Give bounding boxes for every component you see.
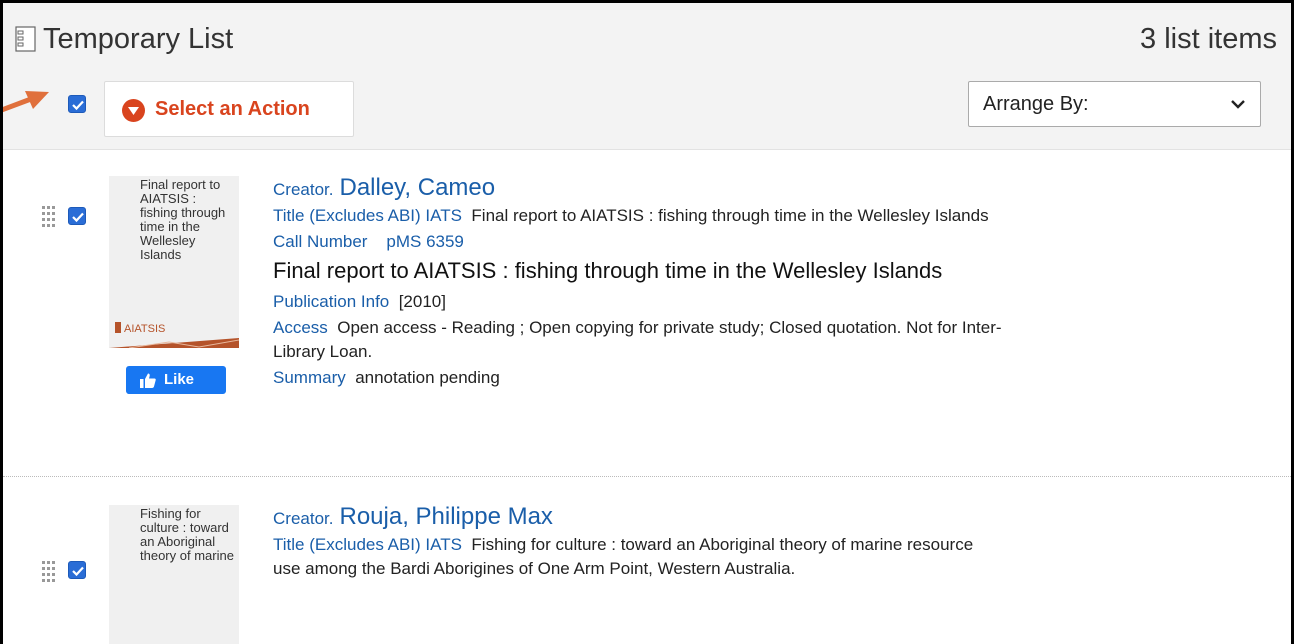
- publication-label: Publication Info: [273, 292, 390, 311]
- access-row: Access Open access - Reading ; Open copy…: [273, 316, 1003, 364]
- summary-label: Summary: [273, 368, 346, 387]
- thumbnail-text: Final report to AIATSIS : fishing throug…: [140, 177, 226, 262]
- checkmark-icon: [72, 100, 84, 111]
- dropdown-circle-icon: [122, 99, 145, 122]
- item-title-link[interactable]: Final report to AIATSIS : fishing throug…: [273, 256, 1003, 286]
- list-icon: [15, 26, 36, 52]
- access-label: Access: [273, 318, 328, 337]
- list-item: Fishing for culture : toward an Aborigin…: [3, 477, 1291, 644]
- creator-row: Creator. Rouja, Philippe Max: [273, 503, 1003, 531]
- title-row: Title (Excludes ABI) IATS Fishing for cu…: [273, 533, 1003, 581]
- creator-link[interactable]: Dalley, Cameo: [339, 174, 495, 201]
- item-details: Creator. Dalley, Cameo Title (Excludes AB…: [273, 174, 1003, 390]
- thumbnail-brand: AIATSIS: [115, 322, 165, 335]
- access-value: Open access - Reading ; Open copying for…: [273, 318, 1002, 361]
- summary-value: annotation pending: [355, 368, 500, 387]
- drag-handle-icon[interactable]: [41, 205, 55, 227]
- creator-label: Creator.: [273, 509, 334, 528]
- call-number-label: Call Number: [273, 232, 368, 251]
- select-action-button[interactable]: Select an Action: [104, 81, 354, 137]
- publication-row: Publication Info [2010]: [273, 290, 1003, 314]
- publication-value: [2010]: [398, 292, 446, 311]
- select-all-checkbox[interactable]: [68, 95, 86, 113]
- arrange-by-label: Arrange By:: [983, 93, 1089, 115]
- list-title: Temporary List: [43, 23, 234, 55]
- temporary-list-panel: Temporary List 3 list items Select an Ac…: [0, 0, 1294, 644]
- title-row: Title (Excludes ABI) IATS Final report t…: [273, 204, 1003, 228]
- item-thumbnail[interactable]: Fishing for culture : toward an Aborigin…: [109, 505, 239, 644]
- call-number-row: Call Number pMS 6359: [273, 230, 1003, 254]
- list-item-count: 3 list items: [1140, 23, 1277, 55]
- thumbnail-stripe: [109, 338, 239, 348]
- checkmark-icon: [72, 212, 84, 223]
- arrange-by-select[interactable]: Arrange By:: [968, 81, 1261, 127]
- title-label: Title (Excludes ABI) IATS: [273, 535, 462, 554]
- summary-row: Summary annotation pending: [273, 366, 1003, 390]
- like-label: Like: [164, 371, 195, 388]
- item-thumbnail[interactable]: Final report to AIATSIS : fishing throug…: [109, 176, 239, 348]
- chevron-down-icon: [1231, 100, 1245, 109]
- drag-handle-icon[interactable]: [41, 560, 55, 582]
- thumbnail-text: Fishing for culture : toward an Aborigin…: [140, 506, 234, 563]
- list-item: Final report to AIATSIS : fishing throug…: [3, 150, 1291, 477]
- like-button[interactable]: Like: [126, 366, 226, 394]
- creator-label: Creator.: [273, 180, 334, 199]
- list-header: Temporary List 3 list items Select an Ac…: [3, 3, 1291, 150]
- checkmark-icon: [72, 566, 84, 577]
- item-checkbox[interactable]: [68, 561, 86, 579]
- select-action-label: Select an Action: [155, 98, 310, 120]
- call-number-value: pMS 6359: [386, 232, 464, 251]
- item-details: Creator. Rouja, Philippe Max Title (Exclu…: [273, 503, 1003, 581]
- creator-row: Creator. Dalley, Cameo: [273, 174, 1003, 202]
- thumbs-up-icon: [140, 373, 156, 388]
- item-checkbox[interactable]: [68, 207, 86, 225]
- title-value: Final report to AIATSIS : fishing throug…: [471, 206, 989, 225]
- annotation-arrow-icon: [3, 91, 49, 113]
- title-label: Title (Excludes ABI) IATS: [273, 206, 462, 225]
- creator-link[interactable]: Rouja, Philippe Max: [339, 503, 552, 530]
